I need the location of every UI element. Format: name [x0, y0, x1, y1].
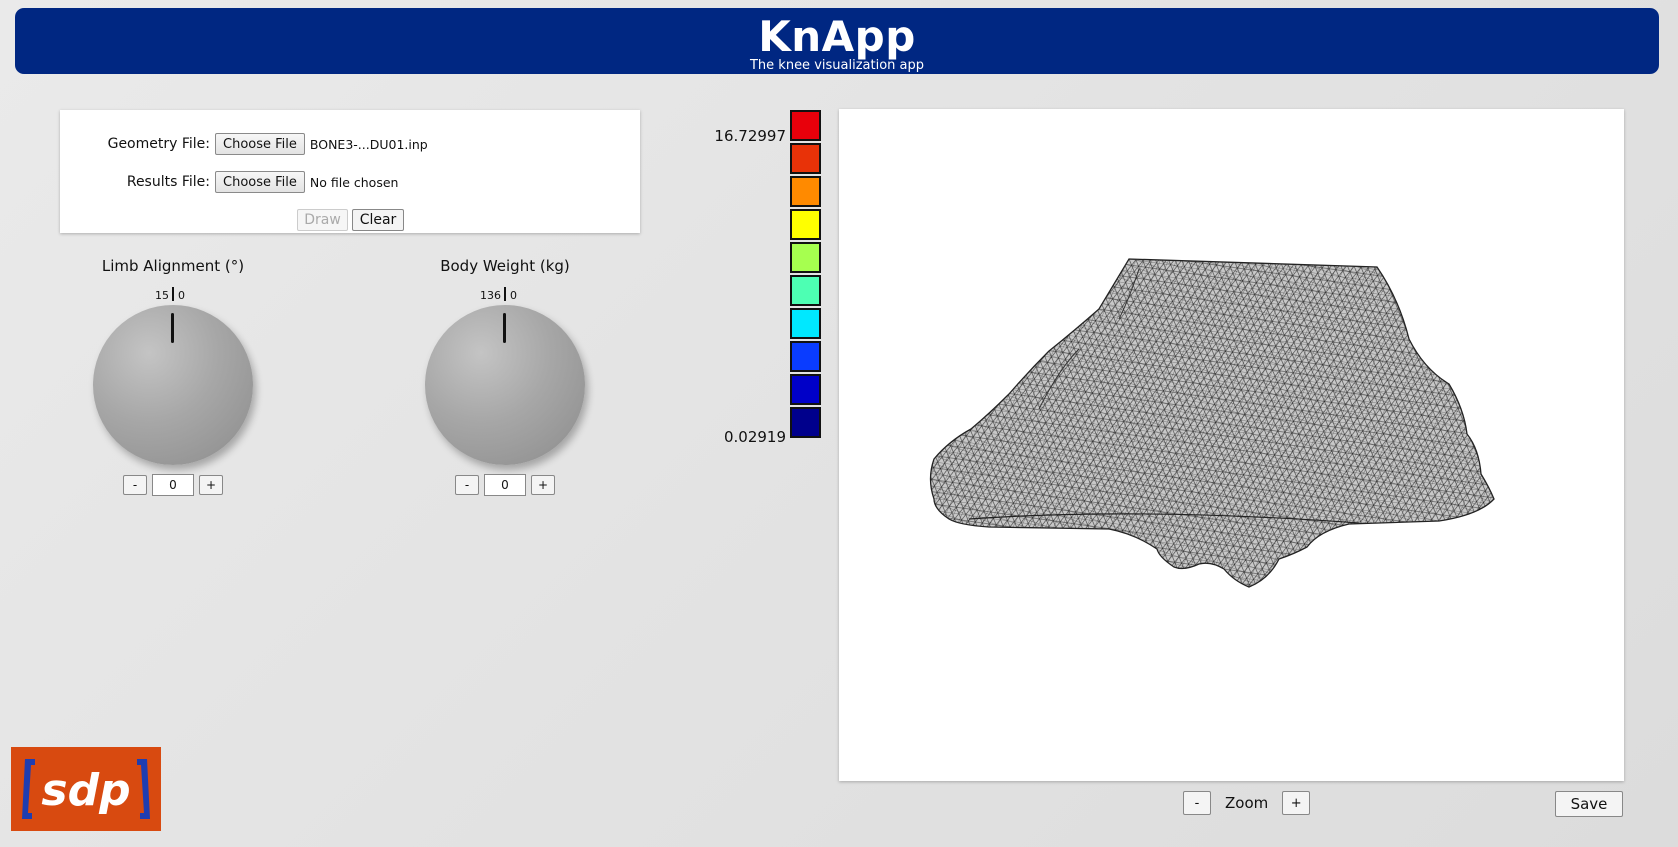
geometry-file-label: Geometry File:	[107, 136, 210, 152]
limb-alignment-stepper: - 0 +	[73, 474, 273, 496]
legend-max-value: 16.72997	[714, 127, 786, 145]
limb-knob-pointer	[171, 313, 174, 343]
save-button[interactable]: Save	[1555, 791, 1623, 817]
limb-tick-max: 15	[155, 289, 169, 302]
limb-value-input[interactable]: 0	[152, 474, 194, 496]
zoom-in-button[interactable]: +	[1282, 791, 1311, 815]
legend-swatch	[790, 308, 821, 339]
app-title: KnApp	[758, 12, 916, 61]
limb-increment-button[interactable]: +	[199, 475, 223, 495]
results-file-label: Results File:	[126, 174, 210, 190]
bone-mesh	[929, 258, 1495, 588]
results-file-name: No file chosen	[309, 174, 399, 190]
limb-decrement-button[interactable]: -	[123, 475, 147, 495]
weight-decrement-button[interactable]: -	[455, 475, 479, 495]
geometry-choose-file-button[interactable]: Choose File	[215, 133, 305, 155]
clear-button[interactable]: Clear	[352, 209, 404, 231]
legend-swatch	[790, 242, 821, 273]
draw-button[interactable]: Draw	[297, 209, 348, 231]
legend-swatch	[790, 176, 821, 207]
legend-swatch	[790, 209, 821, 240]
results-row: Results File: Choose File No file chosen	[60, 171, 398, 193]
body-weight-knob[interactable]	[425, 305, 585, 465]
limb-alignment-title: Limb Alignment (°)	[101, 257, 245, 275]
legend-min-value: 0.02919	[723, 428, 786, 446]
legend-swatch	[790, 407, 821, 438]
body-weight-title: Body Weight (kg)	[440, 257, 570, 275]
mesh-viewer[interactable]	[839, 109, 1624, 781]
weight-tick-min: 0	[510, 289, 517, 302]
geometry-file-name: BONE3-...DU01.inp	[309, 136, 428, 152]
weight-tick-marker	[504, 287, 506, 301]
legend-swatch	[790, 143, 821, 174]
weight-knob-pointer	[503, 313, 506, 343]
zoom-label: Zoom	[1225, 794, 1269, 812]
sdp-logo: sdp	[11, 747, 161, 831]
weight-value-input[interactable]: 0	[484, 474, 526, 496]
limb-tick-marker	[172, 287, 174, 301]
sdp-logo-text: sdp	[41, 765, 130, 816]
zoom-out-button[interactable]: -	[1183, 791, 1211, 815]
geometry-row: Geometry File: Choose File BONE3-...DU01…	[60, 133, 428, 155]
app-subtitle: The knee visualization app	[749, 58, 924, 73]
limb-tick-min: 0	[178, 289, 185, 302]
limb-alignment-knob[interactable]	[93, 305, 253, 465]
color-legend	[790, 110, 821, 440]
zoom-controls: - Zoom +	[1183, 791, 1311, 815]
legend-swatch	[790, 374, 821, 405]
sdp-logo-mark: sdp	[11, 747, 161, 831]
legend-swatch	[790, 341, 821, 372]
body-weight-stepper: - 0 +	[405, 474, 605, 496]
legend-swatch	[790, 275, 821, 306]
app-header: KnApp The knee visualization app	[15, 8, 1659, 74]
weight-tick-max: 136	[480, 289, 501, 302]
weight-increment-button[interactable]: +	[531, 475, 555, 495]
results-choose-file-button[interactable]: Choose File	[215, 171, 305, 193]
legend-swatch	[790, 110, 821, 141]
file-panel: Geometry File: Choose File BONE3-...DU01…	[60, 110, 640, 233]
